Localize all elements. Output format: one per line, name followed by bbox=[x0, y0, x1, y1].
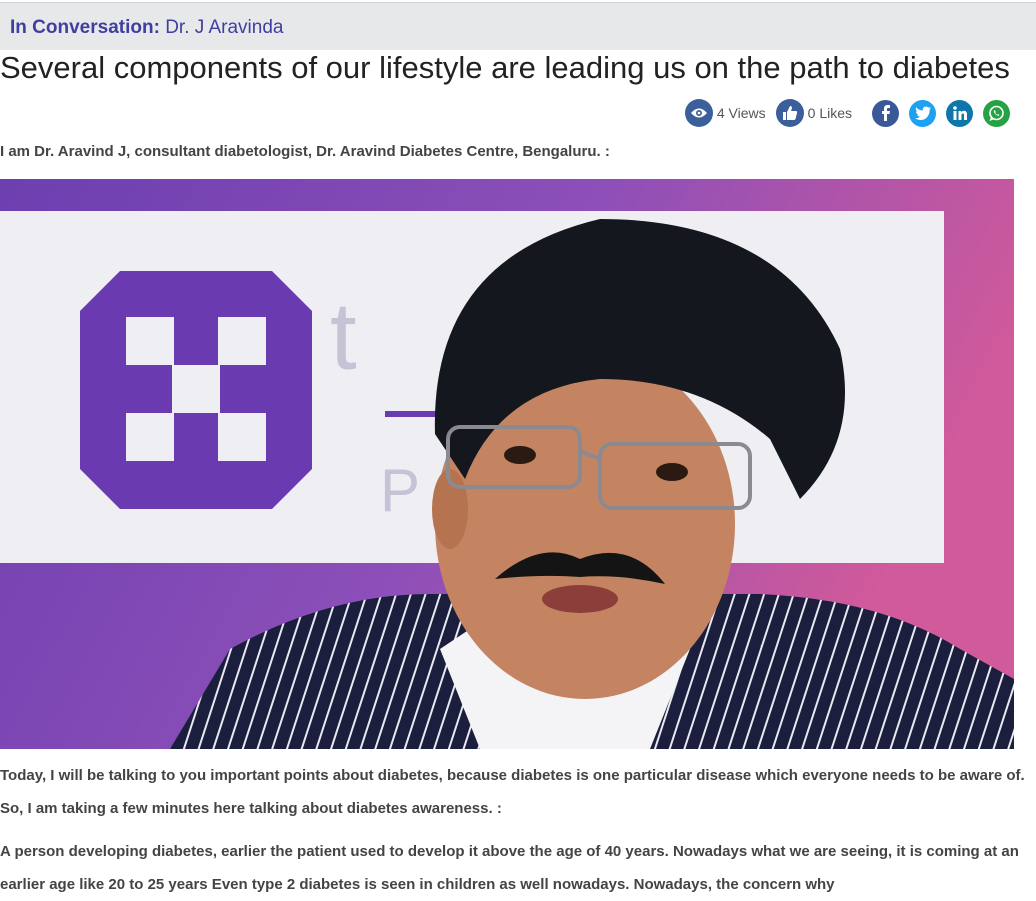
eye-icon bbox=[684, 99, 713, 127]
linkedin-share-button[interactable] bbox=[946, 99, 973, 127]
like-button[interactable]: 0 Likes bbox=[775, 99, 852, 127]
article-intro: I am Dr. Aravind J, consultant diabetolo… bbox=[0, 143, 610, 160]
views-count: 4 Views bbox=[716, 105, 766, 121]
whatsapp-icon bbox=[989, 105, 1004, 121]
svg-text:t: t bbox=[330, 283, 357, 390]
svg-text:P: P bbox=[380, 457, 420, 524]
thumbs-up-icon bbox=[775, 99, 804, 127]
article-stats-bar: 4 Views 0 Likes bbox=[684, 98, 1010, 128]
article-paragraph: Today, I will be talking to you importan… bbox=[0, 767, 1025, 817]
facebook-icon bbox=[881, 105, 890, 121]
likes-count: 0 Likes bbox=[807, 105, 852, 121]
conversation-header: In Conversation: Dr. J Aravinda bbox=[0, 2, 1036, 50]
header-label-text: In Conversation: bbox=[10, 17, 160, 38]
twitter-icon bbox=[914, 106, 931, 120]
views-counter: 4 Views bbox=[684, 99, 766, 127]
article-title: Several components of our lifestyle are … bbox=[0, 50, 1010, 85]
article-video-thumbnail[interactable]: t P bbox=[0, 179, 1014, 749]
facebook-share-button[interactable] bbox=[872, 99, 899, 127]
doctor-name-link[interactable]: Dr. J Aravinda bbox=[165, 17, 283, 38]
linkedin-icon bbox=[952, 106, 967, 120]
header-label: In Conversation: Dr. J Aravinda bbox=[10, 17, 283, 39]
article-paragraph: A person developing diabetes, earlier th… bbox=[0, 843, 1019, 893]
whatsapp-share-button[interactable] bbox=[983, 99, 1010, 127]
twitter-share-button[interactable] bbox=[909, 99, 936, 127]
doctor-photo: t P bbox=[0, 179, 1014, 749]
